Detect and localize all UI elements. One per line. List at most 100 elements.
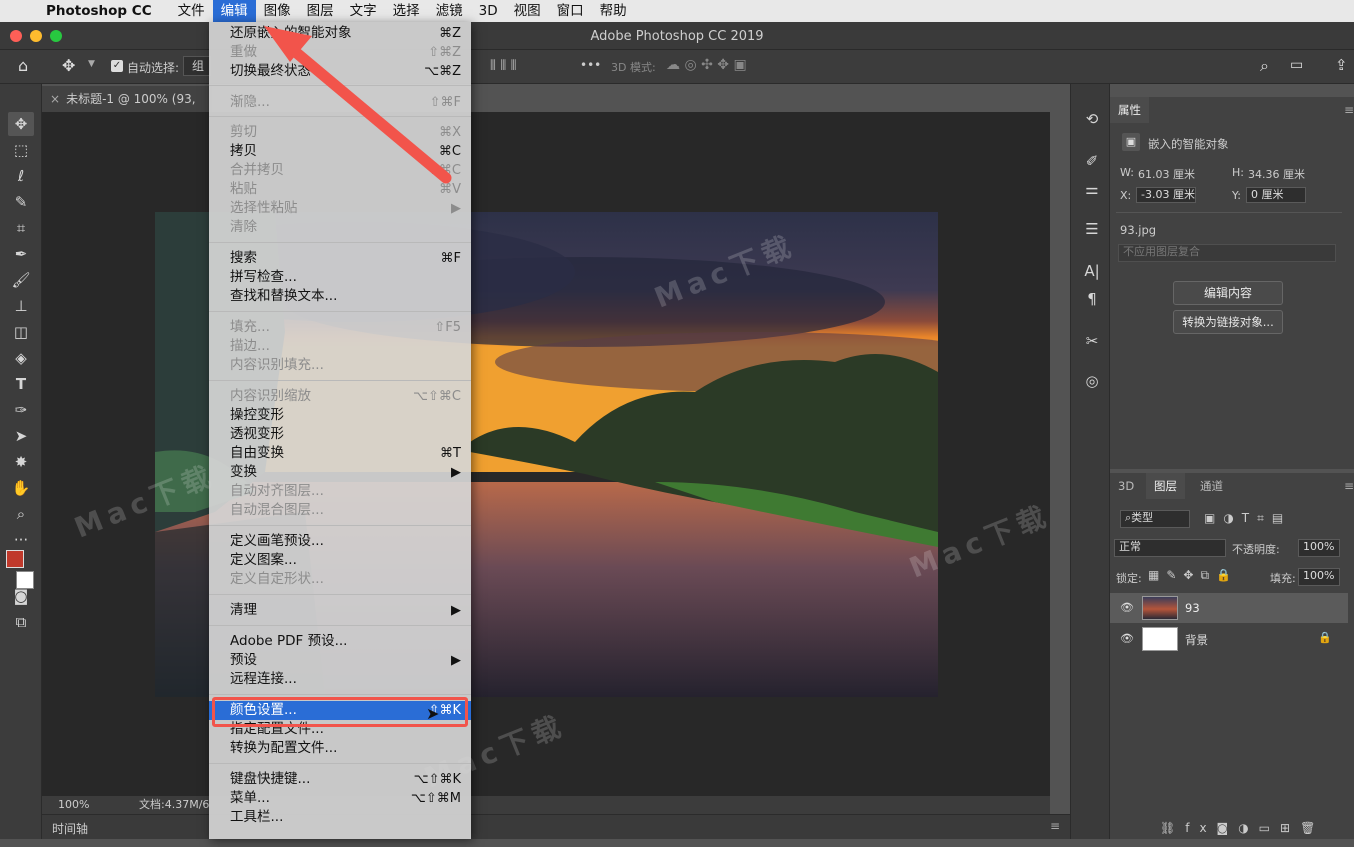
zoom-tool-icon[interactable]: ⌕	[8, 502, 34, 526]
layer-comp-dropdown[interactable]: 不应用图层复合	[1118, 244, 1336, 262]
document-tab[interactable]: ×未标题-1 @ 100% (93, RG	[42, 86, 212, 132]
menu-item[interactable]: 查找和替换文本...	[209, 287, 471, 306]
h-value[interactable]: 34.36 厘米	[1248, 166, 1305, 182]
home-icon[interactable]: ⌂	[18, 56, 28, 75]
layer-actions-icons[interactable]: ⛓fx◙◑▭⊞🗑	[1160, 821, 1325, 835]
timeline-tab[interactable]: 时间轴	[52, 820, 88, 837]
paragraph-icon[interactable]: ¶	[1081, 288, 1103, 310]
menu-file[interactable]: 文件	[170, 0, 213, 22]
app-name[interactable]: Photoshop CC	[46, 3, 152, 19]
layer-filter-dropdown[interactable]: ⌕类型	[1120, 510, 1190, 528]
move-tool-icon[interactable]: ✥	[62, 56, 75, 75]
marquee-tool-icon[interactable]: ⬚	[8, 138, 34, 162]
menu-item[interactable]: 还原嵌入的智能对象 ⌘Z	[209, 24, 471, 43]
pen-tool-icon[interactable]: ✑	[8, 398, 34, 422]
menu-layer[interactable]: 图层	[299, 0, 342, 22]
menu-image[interactable]: 图像	[256, 0, 299, 22]
hand-tool-icon[interactable]: ✋	[8, 476, 34, 500]
tab-channels[interactable]: 通道	[1192, 473, 1231, 499]
menu-item[interactable]: 菜单... ⌥⇧⌘M	[209, 789, 471, 808]
edit-contents-button[interactable]: 编辑内容	[1173, 281, 1283, 305]
quick-mask-icon[interactable]: ◙	[8, 584, 34, 608]
menu-item[interactable]: 清理 ▶	[209, 601, 471, 620]
brush-tool-icon[interactable]: 🖌	[8, 268, 34, 292]
lasso-tool-icon[interactable]: ℓ	[8, 164, 34, 188]
layer-name[interactable]: 背景	[1185, 632, 1208, 648]
menu-item[interactable]: 透视变形	[209, 425, 471, 444]
layer-name[interactable]: 93	[1185, 601, 1200, 615]
screen-mode-icon[interactable]: ⧉	[8, 610, 34, 634]
menu-item[interactable]: 操控变形	[209, 406, 471, 425]
menu-item[interactable]: 变换 ▶	[209, 463, 471, 482]
align-icons[interactable]: ⫴ ⫴ ⫴	[490, 58, 517, 74]
lock-icons[interactable]: ▦✎✥⧉🔒	[1148, 568, 1238, 583]
menu-item[interactable]: 拼写检查...	[209, 268, 471, 287]
workspace-icon[interactable]: ▭	[1290, 57, 1303, 73]
y-field[interactable]: 0 厘米	[1246, 187, 1306, 203]
menu-select[interactable]: 选择	[385, 0, 428, 22]
eye-icon[interactable]: 👁	[1120, 601, 1134, 614]
menu-item[interactable]: 键盘快捷键... ⌥⇧⌘K	[209, 770, 471, 789]
stamp-tool-icon[interactable]: ⊥	[8, 294, 34, 318]
quick-select-tool-icon[interactable]: ✎	[8, 190, 34, 214]
menu-item[interactable]: 自由变换 ⌘T	[209, 444, 471, 463]
menu-item[interactable]: 拷贝 ⌘C	[209, 142, 471, 161]
shape-tool-icon[interactable]: ✸	[8, 450, 34, 474]
layer-row[interactable]: 👁 背景 🔒	[1110, 624, 1348, 654]
more-options-icon[interactable]: •••	[580, 58, 601, 72]
menu-item[interactable]: Adobe PDF 预设...	[209, 632, 471, 651]
layer-row[interactable]: 👁 93	[1110, 593, 1348, 623]
menu-filter[interactable]: 滤镜	[428, 0, 471, 22]
brush-settings-icon[interactable]: ✐	[1081, 150, 1103, 172]
chevron-down-icon[interactable]: ▼	[88, 59, 95, 69]
paint-bucket-tool-icon[interactable]: ◈	[8, 346, 34, 370]
opacity-field[interactable]: 100%	[1298, 539, 1340, 557]
path-select-tool-icon[interactable]: ➤	[8, 424, 34, 448]
menu-help[interactable]: 帮助	[592, 0, 635, 22]
foreground-color-swatch[interactable]	[6, 550, 24, 568]
tab-3d[interactable]: 3D	[1110, 473, 1142, 499]
character-icon[interactable]: A|	[1081, 260, 1103, 282]
cloud-icon[interactable]: ◎	[1081, 370, 1103, 392]
menu-item[interactable]: 转换为配置文件...	[209, 739, 471, 758]
convert-to-linked-button[interactable]: 转换为链接对象...	[1173, 310, 1283, 334]
menu-3d[interactable]: 3D	[471, 0, 506, 22]
blend-mode-dropdown[interactable]: 正常	[1114, 539, 1226, 557]
panel-menu-icon[interactable]: ≡	[1344, 479, 1354, 493]
auto-select-checkbox[interactable]: ✓	[111, 60, 123, 72]
menu-window[interactable]: 窗口	[549, 0, 592, 22]
menu-item[interactable]: 预设 ▶	[209, 651, 471, 670]
w-value[interactable]: 61.03 厘米	[1138, 166, 1195, 182]
eyedropper-tool-icon[interactable]: ✒	[8, 242, 34, 266]
move-tool-icon[interactable]: ✥	[8, 112, 34, 136]
share-icon[interactable]: ⇪	[1335, 56, 1348, 74]
close-tab-icon[interactable]: ×	[50, 92, 60, 106]
menu-item[interactable]: 切换最终状态 ⌥⌘Z	[209, 62, 471, 81]
tools-presets-icon[interactable]: ✂	[1081, 330, 1103, 352]
eraser-tool-icon[interactable]: ◫	[8, 320, 34, 344]
auto-select-dropdown[interactable]: 组	[183, 56, 211, 76]
libraries-icon[interactable]: ☰	[1081, 218, 1103, 240]
menu-edit[interactable]: 编辑	[212, 0, 256, 22]
3d-mode-icons[interactable]: ☁ ◎ ✣ ✥ ▣	[666, 57, 747, 73]
menu-view[interactable]: 视图	[506, 0, 549, 22]
zoom-level[interactable]: 100%	[58, 796, 89, 814]
crop-tool-icon[interactable]: ⌗	[8, 216, 34, 240]
history-icon[interactable]: ⟲	[1081, 108, 1103, 130]
tab-layers[interactable]: 图层	[1146, 473, 1185, 499]
menu-item[interactable]: 定义图案...	[209, 551, 471, 570]
document-info[interactable]: 文档:4.37M/6	[139, 796, 209, 814]
menu-item[interactable]: 搜索 ⌘F	[209, 249, 471, 268]
x-field[interactable]: -3.03 厘米	[1136, 187, 1196, 203]
adjustments-icon[interactable]: ⚌	[1081, 178, 1103, 200]
panel-menu-icon[interactable]: ≡	[1050, 819, 1060, 833]
menu-item[interactable]: 远程连接...	[209, 670, 471, 689]
panel-menu-icon[interactable]: ≡	[1344, 103, 1354, 117]
tab-properties[interactable]: 属性	[1110, 97, 1149, 123]
menu-type[interactable]: 文字	[342, 0, 385, 22]
search-icon[interactable]: ⌕	[1260, 56, 1269, 76]
fill-field[interactable]: 100%	[1298, 568, 1340, 586]
menu-item[interactable]: 工具栏...	[209, 808, 471, 827]
eye-icon[interactable]: 👁	[1120, 632, 1134, 645]
layer-filter-icons[interactable]: ▣◑T⌗▤	[1204, 511, 1291, 526]
